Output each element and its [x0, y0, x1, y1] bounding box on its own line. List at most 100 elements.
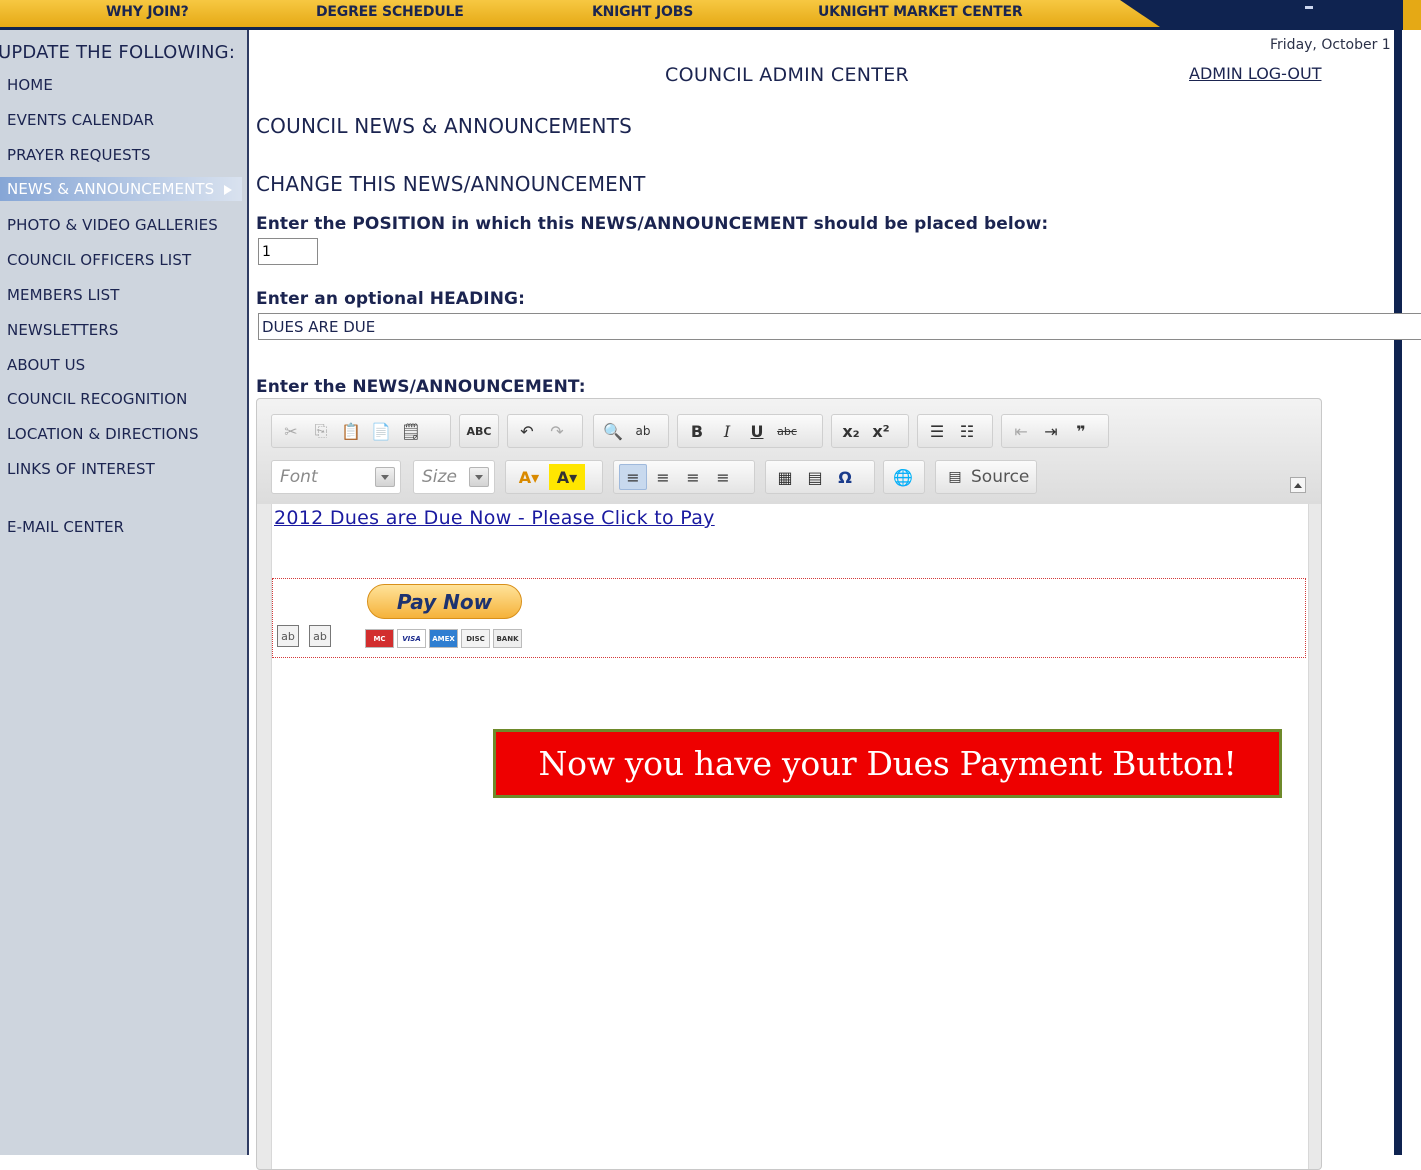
- heading-label: Enter an optional HEADING:: [256, 289, 525, 309]
- basic-styles-group: B I U abc: [677, 414, 823, 448]
- sidebar-item-about-us[interactable]: ABOUT US: [7, 356, 85, 374]
- align-center-icon[interactable]: ≡: [649, 464, 677, 490]
- align-right-icon[interactable]: ≡: [679, 464, 707, 490]
- table-icon[interactable]: ▦: [771, 464, 799, 490]
- copy-icon[interactable]: ⎘: [307, 418, 335, 444]
- position-input[interactable]: [258, 238, 318, 265]
- position-label: Enter the POSITION in which this NEWS/AN…: [256, 214, 1049, 234]
- nav-uknight-market-center[interactable]: UKNIGHT MARKET CENTER: [818, 4, 1023, 20]
- sidebar-heading: UPDATE THE FOLLOWING:: [0, 42, 236, 63]
- right-border-strip: [1394, 30, 1402, 1155]
- hidden-field-icon[interactable]: ab: [309, 625, 331, 647]
- undo-icon[interactable]: ↶: [513, 418, 541, 444]
- dues-link[interactable]: 2012 Dues are Due Now - Please Click to …: [274, 507, 715, 529]
- script-group: x₂ x²: [831, 414, 909, 448]
- admin-logout-link[interactable]: ADMIN LOG-OUT: [1189, 64, 1321, 83]
- sidebar-item-council-recognition[interactable]: COUNCIL RECOGNITION: [7, 390, 187, 408]
- indent-icon[interactable]: ⇥: [1037, 418, 1065, 444]
- italic-icon[interactable]: I: [713, 418, 741, 444]
- globe-link-icon[interactable]: 🌐: [889, 464, 917, 490]
- nav-degree-schedule[interactable]: DEGREE SCHEDULE: [316, 4, 464, 20]
- visa-icon: VISA: [397, 629, 426, 648]
- paypal-form-box[interactable]: ab ab Pay Now MC VISA AMEX DISC BANK: [272, 578, 1306, 658]
- find-icon[interactable]: 🔍: [599, 418, 627, 444]
- editor-content-area[interactable]: 2012 Dues are Due Now - Please Click to …: [271, 504, 1309, 1169]
- bold-icon[interactable]: B: [683, 418, 711, 444]
- insert-group: ▦ ▤ Ω: [765, 460, 875, 494]
- heading-input[interactable]: [258, 313, 1421, 340]
- source-button[interactable]: Source: [971, 467, 1029, 487]
- news-label: Enter the NEWS/ANNOUNCEMENT:: [256, 377, 586, 397]
- sidebar-item-council-officers-list[interactable]: COUNCIL OFFICERS LIST: [7, 251, 191, 269]
- sidebar-item-members-list[interactable]: MEMBERS LIST: [7, 286, 120, 304]
- payment-cards: MC VISA AMEX DISC BANK: [365, 629, 522, 648]
- discover-icon: DISC: [461, 629, 490, 648]
- sidebar-item-news-announcements[interactable]: NEWS & ANNOUNCEMENTS: [0, 177, 242, 201]
- source-group: ▤ Source: [935, 460, 1037, 494]
- sidebar-item-newsletters[interactable]: NEWSLETTERS: [7, 321, 118, 339]
- current-date: Friday, October 1: [1270, 37, 1391, 53]
- nav-knight-jobs[interactable]: KNIGHT JOBS: [592, 4, 693, 20]
- cut-icon[interactable]: ✂: [277, 418, 305, 444]
- nav-more-icon[interactable]: [1305, 6, 1313, 9]
- source-icon: ▤: [948, 469, 962, 485]
- right-gutter: [1402, 30, 1421, 1155]
- sidebar-item-label: NEWS & ANNOUNCEMENTS: [7, 180, 215, 198]
- underline-icon[interactable]: U: [743, 418, 771, 444]
- outdent-icon[interactable]: ⇤: [1007, 418, 1035, 444]
- strikethrough-icon[interactable]: abc: [773, 418, 801, 444]
- pay-now-button[interactable]: Pay Now: [367, 584, 522, 619]
- subscript-icon[interactable]: x₂: [837, 418, 865, 444]
- active-arrow-icon: [224, 184, 233, 195]
- size-combo[interactable]: Size: [413, 460, 495, 494]
- color-group: A▾ A▾: [505, 460, 603, 494]
- background-color-icon[interactable]: A▾: [549, 464, 585, 490]
- paste-text-icon[interactable]: 📄: [367, 418, 395, 444]
- bulleted-list-icon[interactable]: ☷: [953, 418, 981, 444]
- collapse-toolbar-icon[interactable]: [1290, 477, 1306, 493]
- paste-word-icon[interactable]: 🗒: [397, 418, 425, 444]
- clipboard-group: ✂ ⎘ 📋 📄 🗒: [271, 414, 451, 448]
- nav-why-join[interactable]: WHY JOIN?: [106, 4, 189, 20]
- sidebar-item-email-center[interactable]: E-MAIL CENTER: [7, 518, 124, 536]
- sidebar: UPDATE THE FOLLOWING: HOME EVENTS CALEND…: [0, 30, 249, 1155]
- hidden-field-icon[interactable]: ab: [277, 625, 299, 647]
- spellcheck-group: ABC: [459, 414, 499, 448]
- instruction-callout: Now you have your Dues Payment Button!: [493, 729, 1282, 798]
- size-placeholder: Size: [422, 467, 457, 487]
- sidebar-item-prayer-requests[interactable]: PRAYER REQUESTS: [7, 146, 151, 164]
- blockquote-icon[interactable]: ❞: [1067, 418, 1095, 444]
- sidebar-item-events-calendar[interactable]: EVENTS CALENDAR: [7, 111, 154, 129]
- sidebar-item-photo-video-galleries[interactable]: PHOTO & VIDEO GALLERIES: [7, 216, 218, 234]
- align-justify-icon[interactable]: ≡: [709, 464, 737, 490]
- page-title: COUNCIL ADMIN CENTER: [665, 64, 910, 86]
- mastercard-icon: MC: [365, 629, 394, 648]
- special-char-icon[interactable]: Ω: [831, 464, 859, 490]
- horizontal-line-icon[interactable]: ▤: [801, 464, 829, 490]
- sidebar-item-home[interactable]: HOME: [7, 76, 53, 94]
- indent-group: ⇤ ⇥ ❞: [1001, 414, 1109, 448]
- chevron-down-icon[interactable]: [469, 467, 489, 487]
- paste-icon[interactable]: 📋: [337, 418, 365, 444]
- text-color-icon[interactable]: A▾: [511, 464, 547, 490]
- sidebar-item-location-directions[interactable]: LOCATION & DIRECTIONS: [7, 425, 199, 443]
- numbered-list-icon[interactable]: ☰: [923, 418, 951, 444]
- bank-icon: BANK: [493, 629, 522, 648]
- replace-icon[interactable]: ab: [629, 418, 657, 444]
- font-placeholder: Font: [280, 467, 318, 487]
- chevron-down-icon[interactable]: [375, 467, 395, 487]
- find-group: 🔍 ab: [593, 414, 669, 448]
- amex-icon: AMEX: [429, 629, 458, 648]
- font-combo[interactable]: Font: [271, 460, 401, 494]
- list-group: ☰ ☷: [917, 414, 993, 448]
- spellcheck-icon[interactable]: ABC: [465, 418, 493, 444]
- sidebar-item-links-of-interest[interactable]: LINKS OF INTEREST: [7, 460, 155, 478]
- subsection-title: CHANGE THIS NEWS/ANNOUNCEMENT: [256, 172, 646, 196]
- redo-icon[interactable]: ↷: [543, 418, 571, 444]
- alignment-group: ≡ ≡ ≡ ≡: [613, 460, 755, 494]
- nav-right-accent: [1403, 0, 1421, 30]
- undo-group: ↶ ↷: [507, 414, 583, 448]
- align-left-icon[interactable]: ≡: [619, 464, 647, 490]
- editor-toolbar: ✂ ⎘ 📋 📄 🗒 ABC ↶ ↷ 🔍 ab B I U abc x₂ x² ☰: [257, 399, 1321, 504]
- superscript-icon[interactable]: x²: [867, 418, 895, 444]
